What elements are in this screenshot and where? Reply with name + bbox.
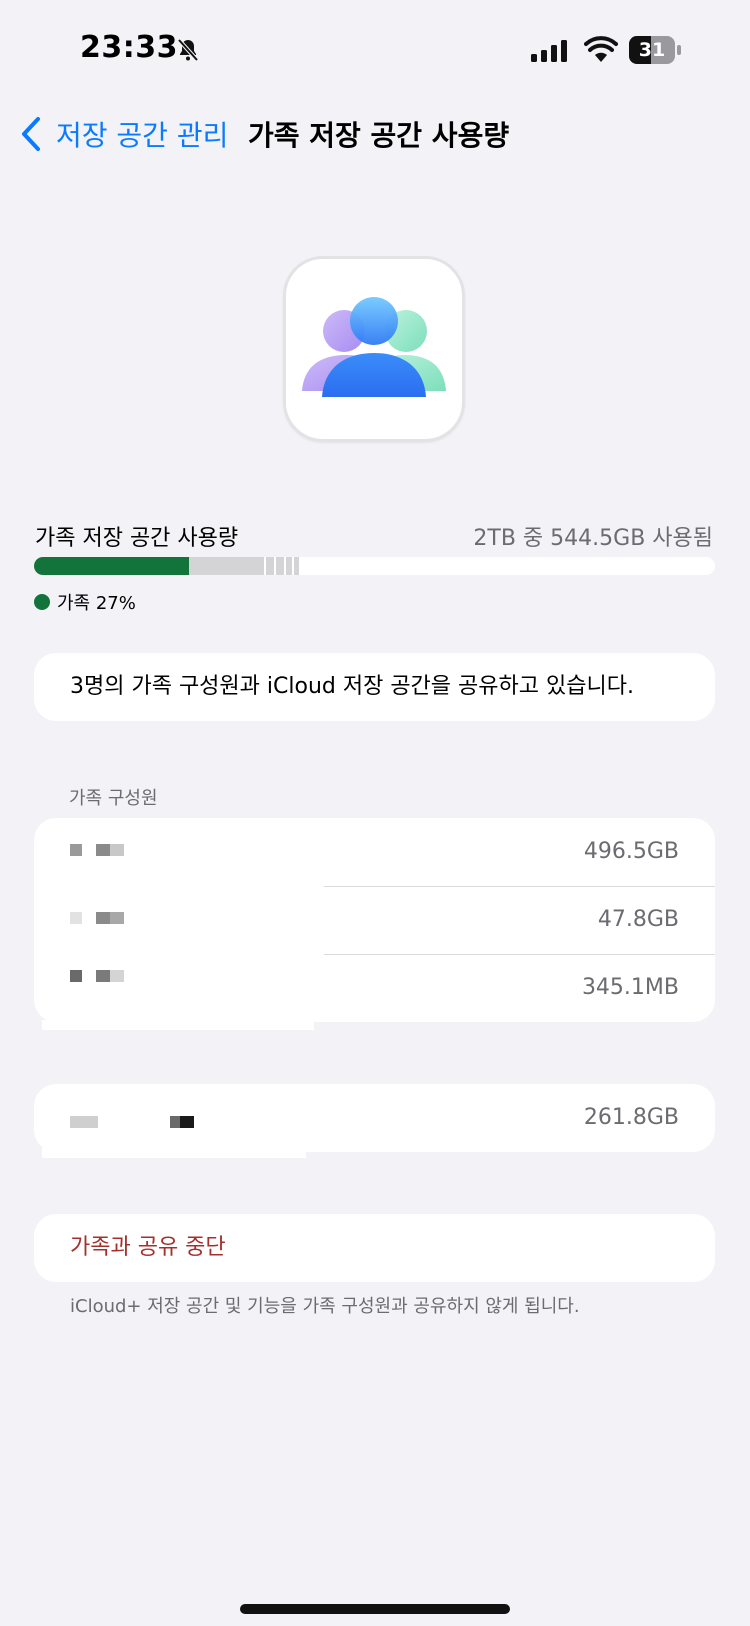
member-row[interactable]: 47.8GB: [34, 886, 715, 954]
other-usage-row[interactable]: 261.8GB: [34, 1084, 715, 1152]
member-row[interactable]: 345.1MB: [34, 954, 715, 1022]
redacted-label: [70, 1116, 98, 1128]
battery-icon: 31: [629, 36, 683, 64]
usage-legend: 가족 27%: [34, 589, 136, 615]
redacted-name: [110, 970, 124, 982]
bell-slash-icon: [177, 38, 199, 62]
family-usage-fill: [34, 557, 189, 575]
family-sharing-icon: [283, 256, 465, 442]
bar-segment-divider: [274, 557, 276, 575]
redacted-label: [180, 1116, 194, 1128]
redacted-name: [96, 912, 110, 924]
redacted-name: [110, 912, 124, 924]
storage-usage-bar: [34, 557, 715, 575]
redacted-name: [70, 844, 82, 856]
redaction-patch: [42, 1020, 314, 1030]
redacted-name: [70, 912, 82, 924]
usage-label: 가족 저장 공간 사용량: [35, 526, 239, 551]
back-button-label: 저장 공간 관리: [56, 119, 229, 152]
wifi-icon: [584, 36, 618, 62]
member-row[interactable]: 496.5GB: [34, 818, 715, 886]
cellular-signal-icon: [531, 40, 567, 62]
back-button[interactable]: 저장 공간 관리: [20, 112, 228, 156]
home-indicator[interactable]: [240, 1604, 510, 1614]
members-section-header: 가족 구성원: [69, 788, 158, 809]
stop-sharing-note: iCloud+ 저장 공간 및 기능을 가족 구성원과 공유하지 않게 됩니다.: [70, 1296, 580, 1317]
stop-sharing-label: 가족과 공유 중단: [70, 1235, 226, 1260]
bar-segment-divider: [284, 557, 286, 575]
redacted-name: [70, 970, 82, 982]
page-title: 가족 저장 공간 사용량: [248, 119, 510, 152]
bar-segment-divider: [264, 557, 266, 575]
stop-sharing-button[interactable]: 가족과 공유 중단: [34, 1214, 715, 1282]
legend-dot: [34, 594, 50, 610]
family-members-list: 496.5GB 47.8GB 345.1MB: [34, 818, 715, 1022]
redacted-name: [96, 970, 110, 982]
usage-value: 2TB 중 544.5GB 사용됨: [473, 526, 713, 551]
status-time: 23:33: [80, 30, 178, 65]
other-usage-fill: [189, 557, 299, 575]
other-storage-size: 261.8GB: [583, 1105, 679, 1130]
chevron-left-icon: [22, 117, 40, 151]
sharing-info-card: 3명의 가족 구성원과 iCloud 저장 공간을 공유하고 있습니다.: [34, 653, 715, 721]
sharing-info-text: 3명의 가족 구성원과 iCloud 저장 공간을 공유하고 있습니다.: [70, 674, 634, 699]
redaction-patch: [42, 1148, 306, 1158]
bar-segment-divider: [292, 557, 294, 575]
member-storage-size: 496.5GB: [583, 839, 679, 864]
member-storage-size: 47.8GB: [597, 907, 679, 932]
legend-label: 가족 27%: [57, 593, 136, 614]
member-storage-size: 345.1MB: [581, 975, 679, 1000]
battery-level: 31: [638, 39, 666, 61]
redacted-name: [110, 844, 124, 856]
redacted-label: [170, 1116, 180, 1128]
redacted-name: [96, 844, 110, 856]
